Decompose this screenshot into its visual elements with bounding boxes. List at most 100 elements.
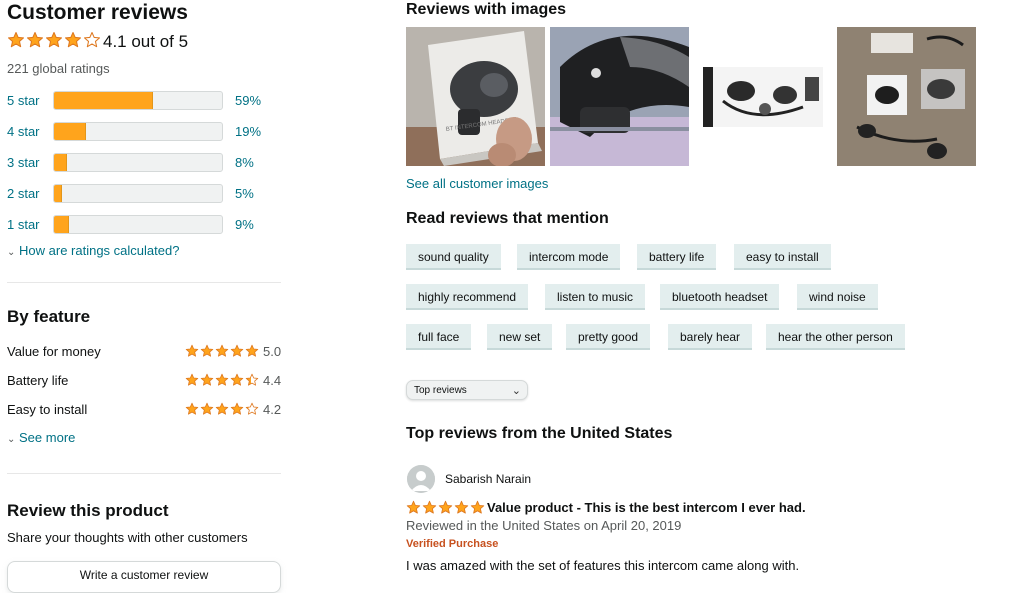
review-product-subtitle: Share your thoughts with other customers	[7, 530, 248, 545]
by-feature-title: By feature	[7, 307, 91, 326]
mention-chip[interactable]: easy to install	[734, 244, 831, 270]
histogram-bar-track[interactable]	[53, 122, 223, 141]
review-image-thumbnail[interactable]: BT INTERCOM HEADSET	[406, 27, 545, 166]
mention-chip[interactable]: wind noise	[797, 284, 878, 310]
feature-stars	[185, 342, 260, 358]
mention-chip[interactable]: battery life	[637, 244, 717, 270]
mention-chip[interactable]: barely hear	[668, 324, 753, 350]
star-icon	[245, 344, 259, 358]
divider	[7, 282, 281, 283]
star-icon	[230, 402, 244, 416]
star-icon	[422, 500, 437, 515]
sort-reviews-select[interactable]: Top reviews ⌄	[406, 380, 528, 400]
feature-value: 4.4	[263, 373, 282, 388]
see-more-label: See more	[19, 430, 76, 445]
default-avatar-icon	[407, 465, 435, 493]
histogram-bar-track[interactable]	[53, 215, 223, 234]
histogram-percent[interactable]: 9%	[235, 217, 254, 232]
chevron-down-icon: ⌄	[7, 434, 16, 445]
feature-value: 5.0	[263, 344, 282, 359]
histogram-percent[interactable]: 5%	[235, 186, 254, 201]
review-product-title: Review this product	[7, 501, 169, 520]
star-icon	[64, 31, 82, 49]
mention-chip[interactable]: listen to music	[545, 284, 646, 310]
verified-purchase-badge: Verified Purchase	[406, 538, 499, 550]
feature-stars	[185, 371, 260, 387]
histogram-bar-fill	[54, 123, 86, 140]
histogram-star-label[interactable]: 1 star	[7, 217, 40, 232]
histogram-percent[interactable]: 8%	[235, 155, 254, 170]
overall-rating-stars[interactable]	[7, 31, 102, 51]
top-reviews-title: Top reviews from the United States	[406, 425, 673, 442]
histogram-row[interactable]: 1 star 9%	[7, 215, 277, 235]
how-ratings-calculated-label: How are ratings calculated?	[19, 243, 180, 258]
histogram-star-label[interactable]: 2 star	[7, 186, 40, 201]
histogram-star-label[interactable]: 5 star	[7, 93, 40, 108]
histogram-star-label[interactable]: 3 star	[7, 155, 40, 170]
histogram-bar-track[interactable]	[53, 153, 223, 172]
star-icon	[230, 344, 244, 358]
divider	[7, 473, 281, 474]
histogram-percent[interactable]: 59%	[235, 93, 261, 108]
star-icon	[200, 373, 214, 387]
star-icon	[185, 402, 199, 416]
see-all-images-link[interactable]: See all customer images	[406, 176, 548, 192]
histogram-row[interactable]: 2 star 5%	[7, 184, 277, 204]
read-reviews-mention-title: Read reviews that mention	[406, 210, 609, 227]
mention-chip[interactable]: pretty good	[566, 324, 651, 350]
star-icon	[215, 402, 229, 416]
review-image-thumbnail[interactable]	[703, 67, 823, 127]
unboxed-set-image	[837, 27, 976, 166]
see-more-link[interactable]: ⌄ See more	[7, 430, 75, 448]
write-review-button[interactable]: Write a customer review	[7, 561, 281, 593]
histogram-row[interactable]: 4 star 19%	[7, 122, 277, 142]
mention-chip[interactable]: highly recommend	[406, 284, 529, 310]
star-icon	[185, 373, 199, 387]
histogram-bar-fill	[54, 185, 63, 202]
mention-chip[interactable]: bluetooth headset	[660, 284, 780, 310]
histogram-bar-fill	[54, 92, 154, 109]
histogram-percent[interactable]: 19%	[235, 124, 261, 139]
customer-reviews-title: Customer reviews	[7, 1, 188, 24]
star-icon	[245, 373, 259, 387]
histogram-bar-track[interactable]	[53, 91, 223, 110]
feature-name: Battery life	[7, 373, 69, 388]
feature-stars	[185, 400, 260, 416]
mention-chip[interactable]: full face	[406, 324, 472, 350]
mention-chip[interactable]: hear the other person	[766, 324, 905, 350]
review-image-thumbnail[interactable]	[550, 27, 689, 166]
star-icon	[438, 500, 453, 515]
histogram-row[interactable]: 3 star 8%	[7, 153, 277, 173]
review-title[interactable]: Value product - This is the best interco…	[487, 500, 806, 515]
histogram-star-label[interactable]: 4 star	[7, 124, 40, 139]
mention-chip[interactable]: intercom mode	[517, 244, 621, 270]
mention-chip[interactable]: sound quality	[406, 244, 501, 270]
review-stars[interactable]	[406, 499, 486, 517]
overall-rating-text: 4.1 out of 5	[103, 32, 189, 51]
review-body: I was amazed with the set of features th…	[406, 558, 800, 573]
feature-row: Value for money 5.0	[7, 342, 287, 362]
feature-name: Value for money	[7, 344, 101, 359]
global-ratings-count: 221 global ratings	[7, 61, 110, 76]
star-icon	[200, 344, 214, 358]
star-icon	[215, 373, 229, 387]
star-icon	[26, 31, 44, 49]
review-image-thumbnail[interactable]	[837, 27, 976, 166]
review-meta: Reviewed in the United States on April 2…	[406, 518, 682, 533]
star-icon	[230, 373, 244, 387]
feature-value: 4.2	[263, 402, 282, 417]
histogram-bar-track[interactable]	[53, 184, 223, 203]
star-icon	[185, 344, 199, 358]
how-ratings-calculated-link[interactable]: ⌄ How are ratings calculated?	[7, 243, 179, 261]
chevron-down-icon: ⌄	[7, 247, 16, 258]
histogram-row[interactable]: 5 star 59%	[7, 91, 277, 111]
mention-chip[interactable]: new set	[487, 324, 553, 350]
chevron-down-icon: ⌄	[511, 385, 521, 397]
star-icon	[470, 500, 485, 515]
review-author[interactable]: Sabarish Narain	[445, 472, 531, 486]
feature-row: Easy to install 4.2	[7, 400, 287, 420]
star-icon	[406, 500, 421, 515]
star-icon	[7, 31, 25, 49]
star-icon	[45, 31, 63, 49]
headset-kit-image	[703, 67, 823, 127]
